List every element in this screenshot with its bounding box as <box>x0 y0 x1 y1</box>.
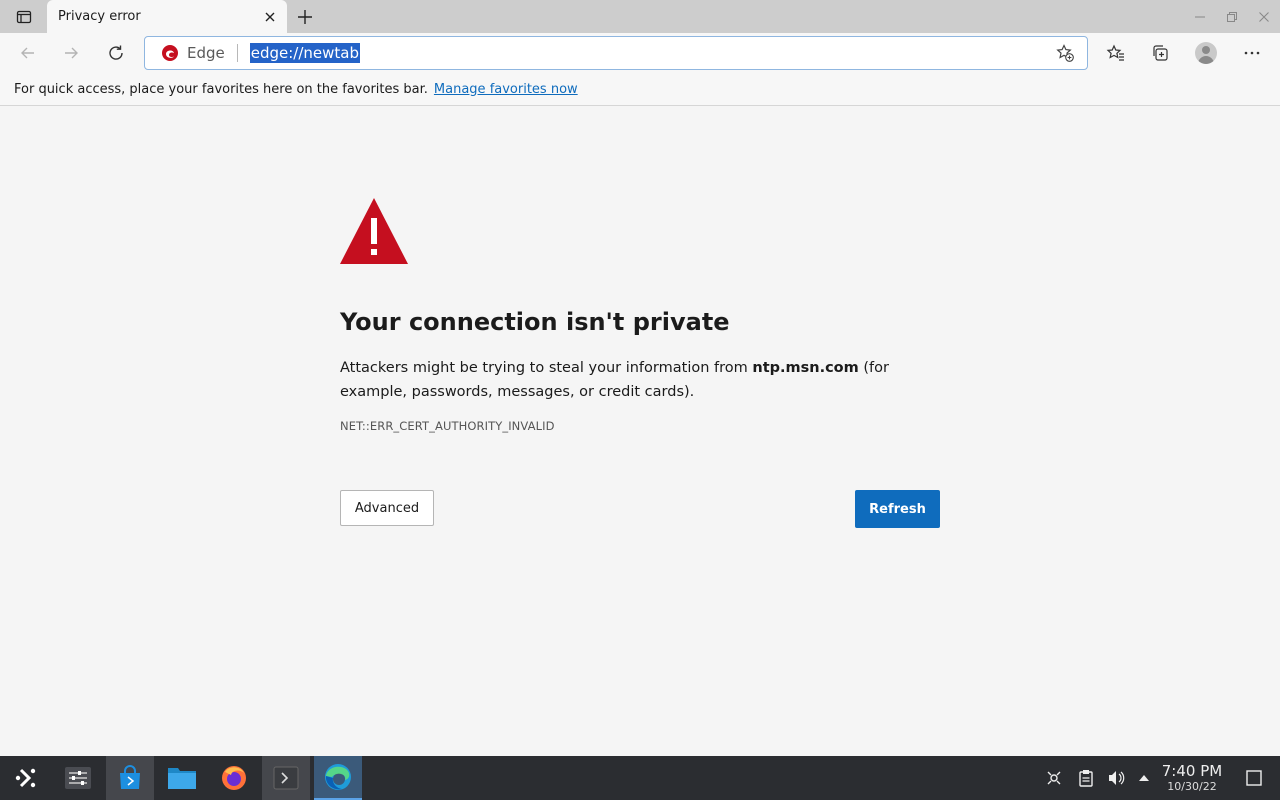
system-settings-button[interactable] <box>54 756 102 800</box>
more-icon <box>1244 51 1260 55</box>
edge-warning-icon <box>162 45 178 61</box>
refresh-page-button[interactable] <box>100 37 132 69</box>
tab-title: Privacy error <box>58 9 141 24</box>
warning-triangle-icon <box>340 198 408 264</box>
edge-button[interactable] <box>314 756 362 800</box>
show-desktop-icon <box>1246 770 1262 786</box>
system-settings-icon <box>65 767 91 789</box>
refresh-icon <box>109 45 123 60</box>
refresh-button[interactable]: Refresh <box>855 490 940 528</box>
error-page: Your connection isn't private Attackers … <box>0 106 1280 756</box>
browser-toolbar: Edge edge://newtab <box>0 33 1280 73</box>
new-tab-button[interactable] <box>291 3 319 31</box>
url-text[interactable]: edge://newtab <box>249 43 361 63</box>
firefox-button[interactable] <box>210 756 258 800</box>
collections-button[interactable] <box>1144 37 1176 69</box>
volume-tray-button[interactable] <box>1104 756 1128 800</box>
network-tray-button[interactable] <box>1042 756 1066 800</box>
desc-prefix: Attackers might be trying to steal your … <box>340 360 753 376</box>
window-controls <box>1184 0 1280 33</box>
advanced-button[interactable]: Advanced <box>340 490 434 526</box>
arrow-left-icon <box>21 47 34 59</box>
clock-date: 10/30/22 <box>1167 780 1217 793</box>
avatar <box>1195 42 1217 64</box>
manage-favorites-link[interactable]: Manage favorites now <box>434 82 578 97</box>
terminal-button[interactable] <box>262 756 310 800</box>
add-favorite-icon[interactable] <box>1055 43 1075 63</box>
close-icon <box>265 12 275 21</box>
network-icon <box>1047 771 1061 785</box>
favorites-bar: For quick access, place your favorites h… <box>0 73 1280 106</box>
profile-button[interactable] <box>1190 37 1222 69</box>
tab-actions-icon <box>16 10 32 23</box>
terminal-icon <box>273 766 299 790</box>
tab-strip: Privacy error <box>0 0 1280 33</box>
error-description: Attackers might be trying to steal your … <box>340 356 920 404</box>
taskbar-clock[interactable]: 7:40 PM 10/30/22 <box>1158 762 1226 794</box>
edge-icon <box>325 764 351 790</box>
clipboard-tray-button[interactable] <box>1074 756 1098 800</box>
close-window-icon <box>1259 11 1269 22</box>
firefox-icon <box>222 766 246 790</box>
tab-privacy-error[interactable]: Privacy error <box>47 0 287 33</box>
taskbar: 7:40 PM 10/30/22 <box>0 756 1280 800</box>
close-window-button[interactable] <box>1248 0 1280 33</box>
volume-icon <box>1109 771 1125 785</box>
app-launcher-button[interactable] <box>2 756 50 800</box>
restore-icon <box>1227 11 1237 22</box>
tab-close-button[interactable] <box>257 4 283 30</box>
discover-store-button[interactable] <box>106 756 154 800</box>
error-heading: Your connection isn't private <box>340 308 730 336</box>
error-code: NET::ERR_CERT_AUTHORITY_INVALID <box>340 419 555 433</box>
plus-icon <box>298 10 312 24</box>
show-hidden-icons-button[interactable] <box>1134 756 1154 800</box>
restore-button[interactable] <box>1216 0 1248 33</box>
arrow-right-icon <box>65 47 78 59</box>
collections-icon <box>1153 45 1168 61</box>
site-info-chip[interactable]: Edge <box>145 37 225 69</box>
file-manager-button[interactable] <box>158 756 206 800</box>
minimize-button[interactable] <box>1184 0 1216 33</box>
forward-button[interactable] <box>55 37 87 69</box>
favorites-bar-message: For quick access, place your favorites h… <box>14 81 428 97</box>
minimize-icon <box>1195 16 1205 17</box>
file-manager-icon <box>168 768 196 789</box>
chevron-up-icon <box>1139 775 1149 781</box>
tab-actions-button[interactable] <box>0 0 48 33</box>
favorites-button[interactable] <box>1100 37 1132 69</box>
discover-store-icon <box>120 765 140 789</box>
clock-time: 7:40 PM <box>1161 762 1223 780</box>
favorites-icon <box>1106 44 1124 61</box>
back-button[interactable] <box>12 37 44 69</box>
omnibox-divider <box>236 44 238 62</box>
site-label: Edge <box>187 44 225 62</box>
app-launcher-icon <box>15 768 36 788</box>
clipboard-icon <box>1079 770 1093 787</box>
show-desktop-button[interactable] <box>1242 756 1266 800</box>
address-bar[interactable]: Edge edge://newtab <box>144 36 1088 70</box>
settings-and-more-button[interactable] <box>1236 37 1268 69</box>
error-domain: ntp.msn.com <box>752 360 859 376</box>
